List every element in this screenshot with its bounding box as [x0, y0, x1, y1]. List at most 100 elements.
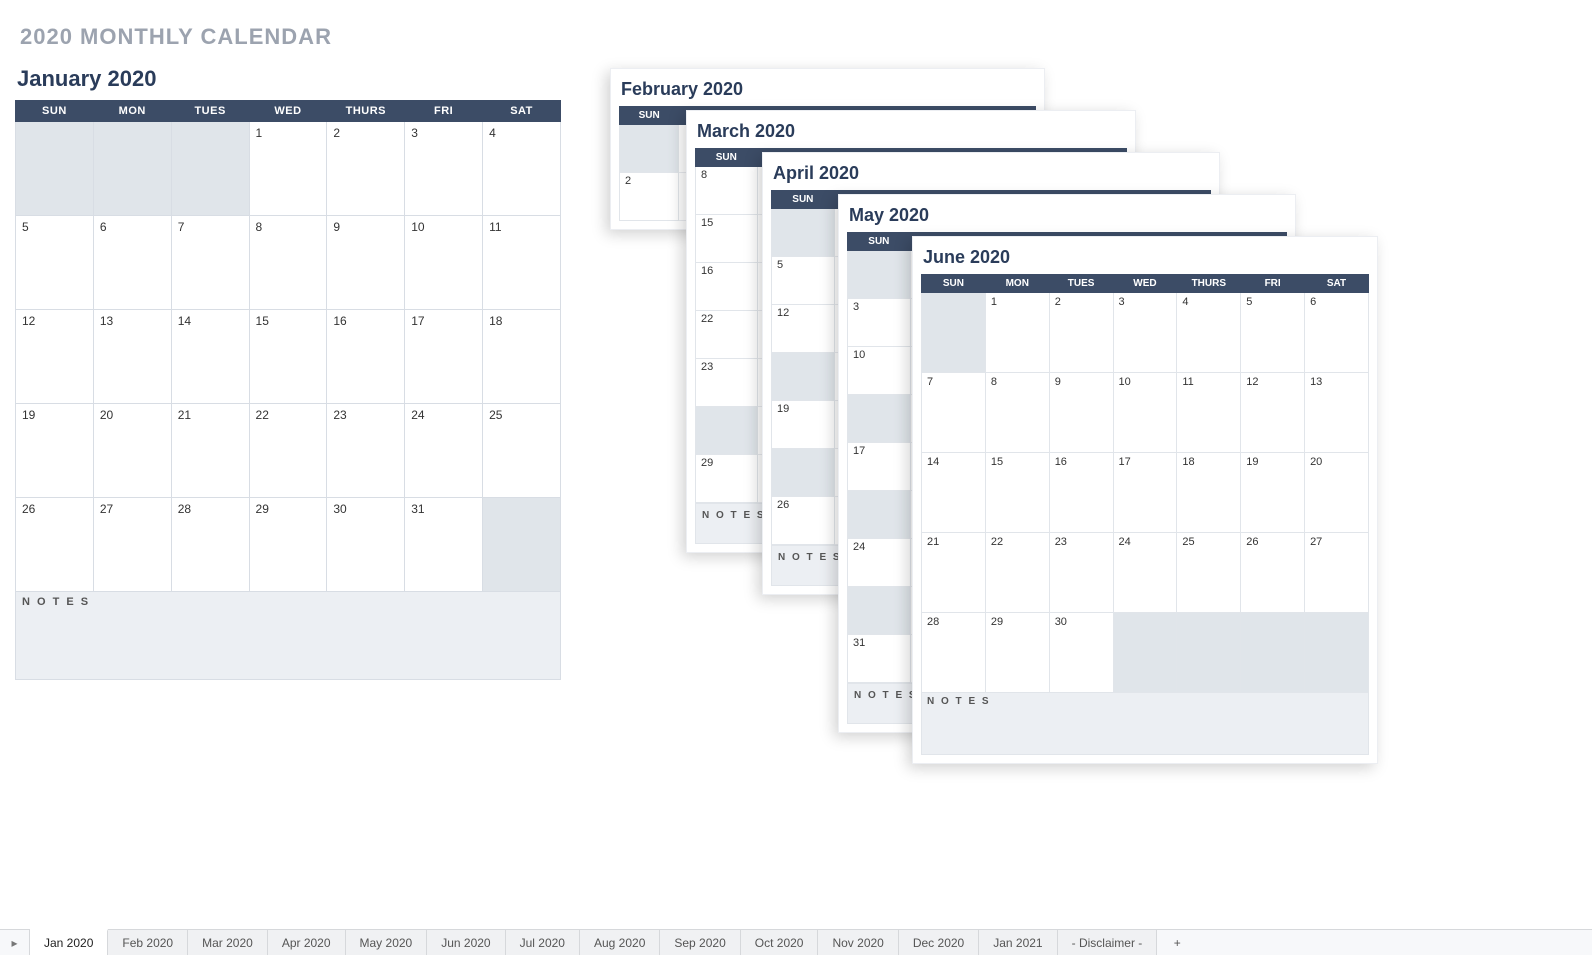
calendar-cell[interactable] [772, 449, 835, 497]
tabs-nav-play-icon[interactable]: ▸ [0, 930, 30, 955]
calendar-cell[interactable]: 7 [171, 216, 249, 310]
sheet-tab[interactable]: Jun 2020 [427, 930, 505, 955]
calendar-cell[interactable]: 19 [16, 404, 94, 498]
calendar-cell[interactable]: 22 [696, 311, 758, 359]
calendar-cell[interactable]: 8 [985, 373, 1049, 453]
calendar-cell[interactable]: 17 [405, 310, 483, 404]
calendar-cell[interactable]: 16 [327, 310, 405, 404]
calendar-cell[interactable]: 29 [249, 498, 327, 592]
calendar-cell[interactable]: 15 [249, 310, 327, 404]
calendar-cell[interactable]: 24 [848, 539, 911, 587]
sheet-tab[interactable]: May 2020 [346, 930, 428, 955]
calendar-cell[interactable]: 12 [772, 305, 835, 353]
calendar-cell[interactable]: 23 [696, 359, 758, 407]
calendar-cell[interactable]: 7 [922, 373, 986, 453]
calendar-cell[interactable]: 27 [93, 498, 171, 592]
calendar-cell[interactable]: 22 [985, 533, 1049, 613]
calendar-cell[interactable] [922, 293, 986, 373]
sheet-tab[interactable]: Sep 2020 [660, 930, 740, 955]
calendar-cell[interactable] [1305, 613, 1369, 693]
calendar-cell[interactable]: 5 [772, 257, 835, 305]
calendar-cell[interactable]: 3 [848, 299, 911, 347]
calendar-cell[interactable] [171, 122, 249, 216]
calendar-cell[interactable]: 8 [696, 167, 758, 215]
calendar-cell[interactable]: 4 [483, 122, 561, 216]
calendar-cell[interactable]: 10 [1113, 373, 1177, 453]
add-sheet-button[interactable]: + [1157, 930, 1197, 955]
calendar-cell[interactable]: 15 [696, 215, 758, 263]
calendar-cell[interactable]: 20 [93, 404, 171, 498]
calendar-cell[interactable] [848, 395, 911, 443]
calendar-cell[interactable]: 15 [985, 453, 1049, 533]
calendar-cell[interactable]: 18 [1177, 453, 1241, 533]
calendar-cell[interactable] [696, 407, 758, 455]
calendar-cell[interactable]: 12 [16, 310, 94, 404]
calendar-cell[interactable]: 2 [327, 122, 405, 216]
calendar-cell[interactable] [772, 209, 835, 257]
calendar-cell[interactable] [1113, 613, 1177, 693]
calendar-cell[interactable]: 5 [16, 216, 94, 310]
calendar-cell[interactable]: 28 [171, 498, 249, 592]
calendar-cell[interactable]: 31 [848, 635, 911, 683]
calendar-cell[interactable]: 29 [985, 613, 1049, 693]
calendar-cell[interactable]: 23 [327, 404, 405, 498]
calendar-cell[interactable]: 23 [1049, 533, 1113, 613]
calendar-cell[interactable]: 28 [922, 613, 986, 693]
sheet-tab[interactable]: Jan 2020 [30, 929, 108, 955]
calendar-cell[interactable] [1241, 613, 1305, 693]
calendar-cell[interactable]: 30 [1049, 613, 1113, 693]
calendar-cell[interactable]: 17 [1113, 453, 1177, 533]
calendar-cell[interactable]: 16 [696, 263, 758, 311]
calendar-cell[interactable]: 4 [1177, 293, 1241, 373]
calendar-cell[interactable]: 13 [93, 310, 171, 404]
sheet-tab[interactable]: Jan 2021 [979, 930, 1057, 955]
calendar-cell[interactable]: 6 [93, 216, 171, 310]
calendar-cell[interactable]: 2 [1049, 293, 1113, 373]
calendar-cell[interactable]: 25 [483, 404, 561, 498]
sheet-tab[interactable]: - Disclaimer - [1058, 930, 1158, 955]
calendar-cell[interactable]: 26 [772, 497, 835, 545]
calendar-cell[interactable]: 9 [327, 216, 405, 310]
calendar-cell[interactable]: 26 [16, 498, 94, 592]
sheet-tab[interactable]: Mar 2020 [188, 930, 268, 955]
calendar-cell[interactable]: 3 [405, 122, 483, 216]
calendar-cell[interactable]: 25 [1177, 533, 1241, 613]
notes-area[interactable]: N O T E S [922, 693, 1369, 755]
sheet-tab[interactable]: Dec 2020 [899, 930, 979, 955]
calendar-cell[interactable]: 19 [772, 401, 835, 449]
calendar-cell[interactable]: 10 [848, 347, 911, 395]
calendar-cell[interactable]: 26 [1241, 533, 1305, 613]
calendar-cell[interactable]: 13 [1305, 373, 1369, 453]
calendar-cell[interactable]: 11 [1177, 373, 1241, 453]
calendar-cell[interactable]: 9 [1049, 373, 1113, 453]
calendar-cell[interactable]: 24 [405, 404, 483, 498]
calendar-cell[interactable]: 21 [922, 533, 986, 613]
notes-area[interactable]: N O T E S [16, 592, 561, 680]
calendar-cell[interactable]: 2 [620, 173, 679, 221]
calendar-cell[interactable]: 19 [1241, 453, 1305, 533]
calendar-cell[interactable]: 1 [249, 122, 327, 216]
calendar-cell[interactable] [848, 587, 911, 635]
calendar-cell[interactable] [772, 353, 835, 401]
calendar-cell[interactable] [16, 122, 94, 216]
calendar-cell[interactable]: 18 [483, 310, 561, 404]
calendar-cell[interactable]: 8 [249, 216, 327, 310]
calendar-cell[interactable]: 16 [1049, 453, 1113, 533]
sheet-tab[interactable]: Jul 2020 [506, 930, 580, 955]
sheet-tab[interactable]: Oct 2020 [741, 930, 819, 955]
calendar-cell[interactable]: 10 [405, 216, 483, 310]
sheet-tab[interactable]: Apr 2020 [268, 930, 346, 955]
calendar-cell[interactable] [848, 251, 911, 299]
calendar-cell[interactable]: 14 [171, 310, 249, 404]
calendar-cell[interactable]: 5 [1241, 293, 1305, 373]
calendar-cell[interactable]: 1 [985, 293, 1049, 373]
calendar-cell[interactable] [1177, 613, 1241, 693]
calendar-cell[interactable] [483, 498, 561, 592]
sheet-tab[interactable]: Nov 2020 [818, 930, 898, 955]
calendar-cell[interactable] [848, 491, 911, 539]
calendar-cell[interactable]: 11 [483, 216, 561, 310]
calendar-cell[interactable]: 17 [848, 443, 911, 491]
sheet-tab[interactable]: Feb 2020 [108, 930, 188, 955]
sheet-tab[interactable]: Aug 2020 [580, 930, 660, 955]
calendar-cell[interactable]: 20 [1305, 453, 1369, 533]
